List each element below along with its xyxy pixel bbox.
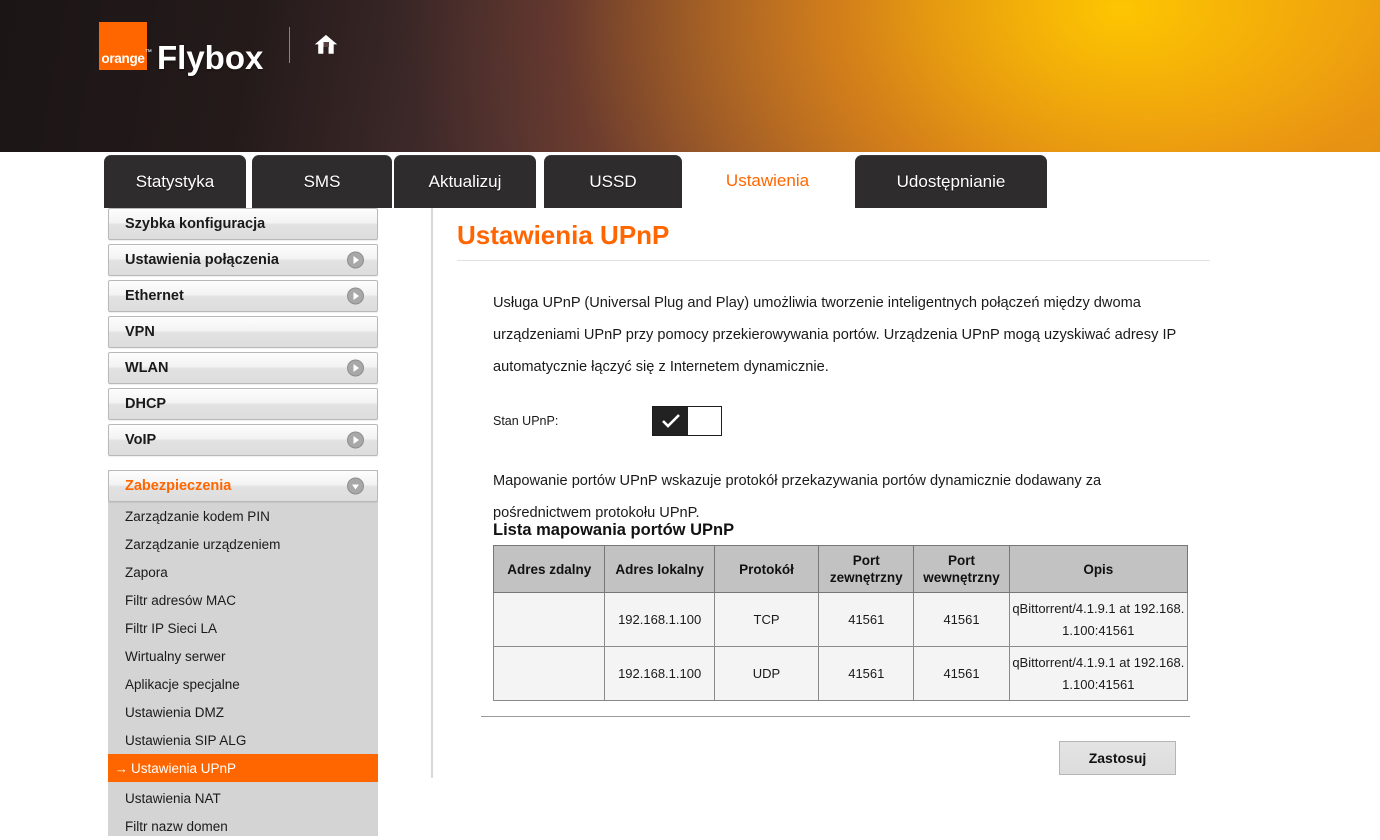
table-col-header: Port wewnętrzny [913, 545, 1010, 593]
sidebar-subitem-ustawienia-nat[interactable]: Ustawienia NAT [108, 784, 378, 812]
table-cell-internal-port: 41561 [913, 592, 1010, 647]
apply-button[interactable]: Zastosuj [1059, 741, 1176, 775]
sidebar-item-label: Zabezpieczenia [125, 478, 232, 494]
table-cell-external-port: 41561 [818, 592, 915, 647]
sidebar-item-label: DHCP [125, 396, 167, 412]
header-divider [289, 27, 290, 63]
chevron-right-icon [347, 251, 364, 269]
tab-ustawienia[interactable]: Ustawienia [688, 153, 847, 208]
sidebar-subitem-label: Zarządzanie urządzeniem [125, 536, 281, 552]
sidebar-subitem-label: Wirtualny serwer [125, 648, 226, 664]
sidebar-subitem-ustawienia-dmz[interactable]: Ustawienia DMZ [108, 698, 378, 726]
tab-ussd[interactable]: USSD [544, 155, 682, 208]
table-row: 192.168.1.100 TCP 41561 41561 qBittorrent/4.… [492, 592, 1189, 647]
sidebar-item-label: VPN [125, 324, 155, 340]
main-panel: Ustawienia UPnP Usługa UPnP (Universal P… [457, 208, 1217, 836]
chevron-down-icon [347, 477, 364, 495]
tab-udost-pnianie[interactable]: Udostępnianie [855, 155, 1047, 208]
sidebar-item-label: VoIP [125, 432, 157, 448]
sidebar-subitem-zapora[interactable]: Zapora [108, 558, 378, 586]
tab-aktualizuj[interactable]: Aktualizuj [394, 155, 536, 208]
page-title: Ustawienia UPnP [457, 220, 670, 250]
content-area: Szybka konfiguracja Ustawienia połączenia… [0, 208, 1380, 836]
sidebar-subitem-label: Filtr nazw domen [125, 818, 228, 834]
sidebar-subitem-label: Zapora [125, 564, 168, 580]
sidebar-subitem-label: Ustawienia UPnP [131, 760, 237, 776]
sidebar-subitem-filtr-ip-sieci-la[interactable]: Filtr IP Sieci LA [108, 614, 378, 642]
title-rule [457, 260, 1210, 262]
page-header: orange ™ Flybox [0, 0, 1380, 152]
table-row: 192.168.1.100 UDP 41561 41561 qBittorrent/4.… [492, 646, 1189, 701]
sidebar-item-label: WLAN [125, 360, 169, 376]
table-col-header: Opis [1008, 545, 1189, 593]
table-cell-internal-port: 41561 [913, 646, 1010, 701]
sidebar-item-ethernet[interactable]: Ethernet [108, 280, 378, 312]
sidebar-subitem-label: Ustawienia NAT [125, 790, 221, 806]
brand-name: Flybox [157, 38, 264, 76]
toggle-off-half [688, 407, 722, 435]
sidebar-subitem-zarz-dzanie-urz-dzeniem[interactable]: Zarządzanie urządzeniem [108, 530, 378, 558]
port-mapping-list-heading: Lista mapowania portów UPnP [493, 521, 735, 539]
table-col-header: Protokół [713, 545, 820, 593]
chevron-right-icon [347, 287, 364, 305]
sidebar-item-zabezpieczenia[interactable]: Zabezpieczenia [108, 470, 378, 502]
table-cell-protocol: UDP [713, 646, 820, 701]
sidebar-item-label: Ethernet [125, 288, 184, 304]
sidebar-subitem-ustawienia-sip-alg[interactable]: Ustawienia SIP ALG [108, 726, 378, 754]
brand-logo[interactable]: orange ™ Flybox [99, 22, 263, 74]
table-cell-description: qBittorrent/4.1.9.1 at 192.168.1.100:415… [1008, 646, 1189, 701]
sidebar-subitem-label: Aplikacje specjalne [125, 676, 240, 692]
tab-statystyka[interactable]: Statystyka [104, 155, 246, 208]
intro-paragraph: Usługa UPnP (Universal Plug and Play) um… [493, 295, 1176, 376]
table-cell-local-address: 192.168.1.100 [604, 646, 715, 701]
sidebar-item-ustawienia-po-czenia[interactable]: Ustawienia połączenia [108, 244, 378, 276]
orange-logo-text: orange ™ [101, 48, 152, 66]
table-cell-external-port: 41561 [818, 646, 915, 701]
table-header-row: Adres zdalny Adres lokalny Protokół Port ze… [492, 545, 1189, 593]
table-cell-remote-address [492, 646, 606, 701]
sidebar-nav: Szybka konfiguracja Ustawienia połączenia… [0, 208, 378, 836]
home-icon[interactable] [311, 31, 341, 59]
sidebar-item-dhcp[interactable]: DHCP [108, 388, 378, 420]
sidebar-subitem-aplikacje-specjalne[interactable]: Aplikacje specjalne [108, 670, 378, 698]
sidebar-subitem-label: Filtr IP Sieci LA [125, 620, 218, 636]
toggle-on-half [653, 407, 689, 435]
table-body: 192.168.1.100 TCP 41561 41561 qBittorrent/4.… [492, 592, 1189, 701]
upnp-state-row: Stan UPnP: [493, 406, 723, 436]
sidebar-subitem-zarz-dzanie-kodem-pin[interactable]: Zarządzanie kodem PIN [108, 502, 378, 530]
chevron-right-icon [347, 359, 364, 377]
table-cell-protocol: TCP [713, 592, 820, 647]
sidebar-item-wlan[interactable]: WLAN [108, 352, 378, 384]
tab-sms[interactable]: SMS [252, 155, 392, 208]
sidebar-subitem-filtr-adres-w-mac[interactable]: Filtr adresów MAC [108, 586, 378, 614]
upnp-state-toggle[interactable] [652, 406, 723, 436]
sidebar-item-label: Ustawienia połączenia [125, 252, 279, 268]
sidebar-item-szybka-konfiguracja[interactable]: Szybka konfiguracja [108, 208, 378, 240]
trademark-mark: ™ [144, 48, 152, 56]
sidebar-subitem-label: Ustawienia DMZ [125, 704, 225, 720]
upnp-state-label: Stan UPnP: [493, 414, 559, 428]
checkmark-icon [661, 414, 680, 428]
sidebar-subitem-label: Filtr adresów MAC [125, 592, 237, 608]
table-cell-description: qBittorrent/4.1.9.1 at 192.168.1.100:415… [1008, 592, 1189, 647]
sidebar-item-label: Szybka konfiguracja [125, 216, 266, 232]
table-cell-local-address: 192.168.1.100 [604, 592, 715, 647]
orange-logo-icon: orange ™ [99, 22, 152, 70]
mapping-paragraph: Mapowanie portów UPnP wskazuje protokół … [493, 472, 1102, 521]
sidebar-item-vpn[interactable]: VPN [108, 316, 378, 348]
bottom-rule [481, 716, 1190, 717]
table-col-header: Adres lokalny [604, 545, 715, 593]
sidebar-item-voip[interactable]: VoIP [108, 424, 378, 456]
chevron-right-icon [347, 431, 364, 449]
sidebar-subitem-ustawienia-upnp[interactable]: Ustawienia UPnP [108, 754, 378, 782]
sidebar-content-divider [431, 208, 433, 778]
main-tab-bar: Statystyka SMS Aktualizuj USSD Ustawienia Udo… [0, 153, 1380, 208]
sidebar-subitem-label: Zarządzanie kodem PIN [125, 508, 270, 524]
table-col-header: Port zewnętrzny [818, 545, 915, 593]
upnp-port-mapping-table: Adres zdalny Adres lokalny Protokół Port ze… [492, 545, 1189, 701]
table-col-header: Adres zdalny [492, 545, 606, 593]
sidebar-subitem-label: Ustawienia SIP ALG [125, 732, 247, 748]
sidebar-subitem-wirtualny-serwer[interactable]: Wirtualny serwer [108, 642, 378, 670]
table-cell-remote-address [492, 592, 606, 647]
